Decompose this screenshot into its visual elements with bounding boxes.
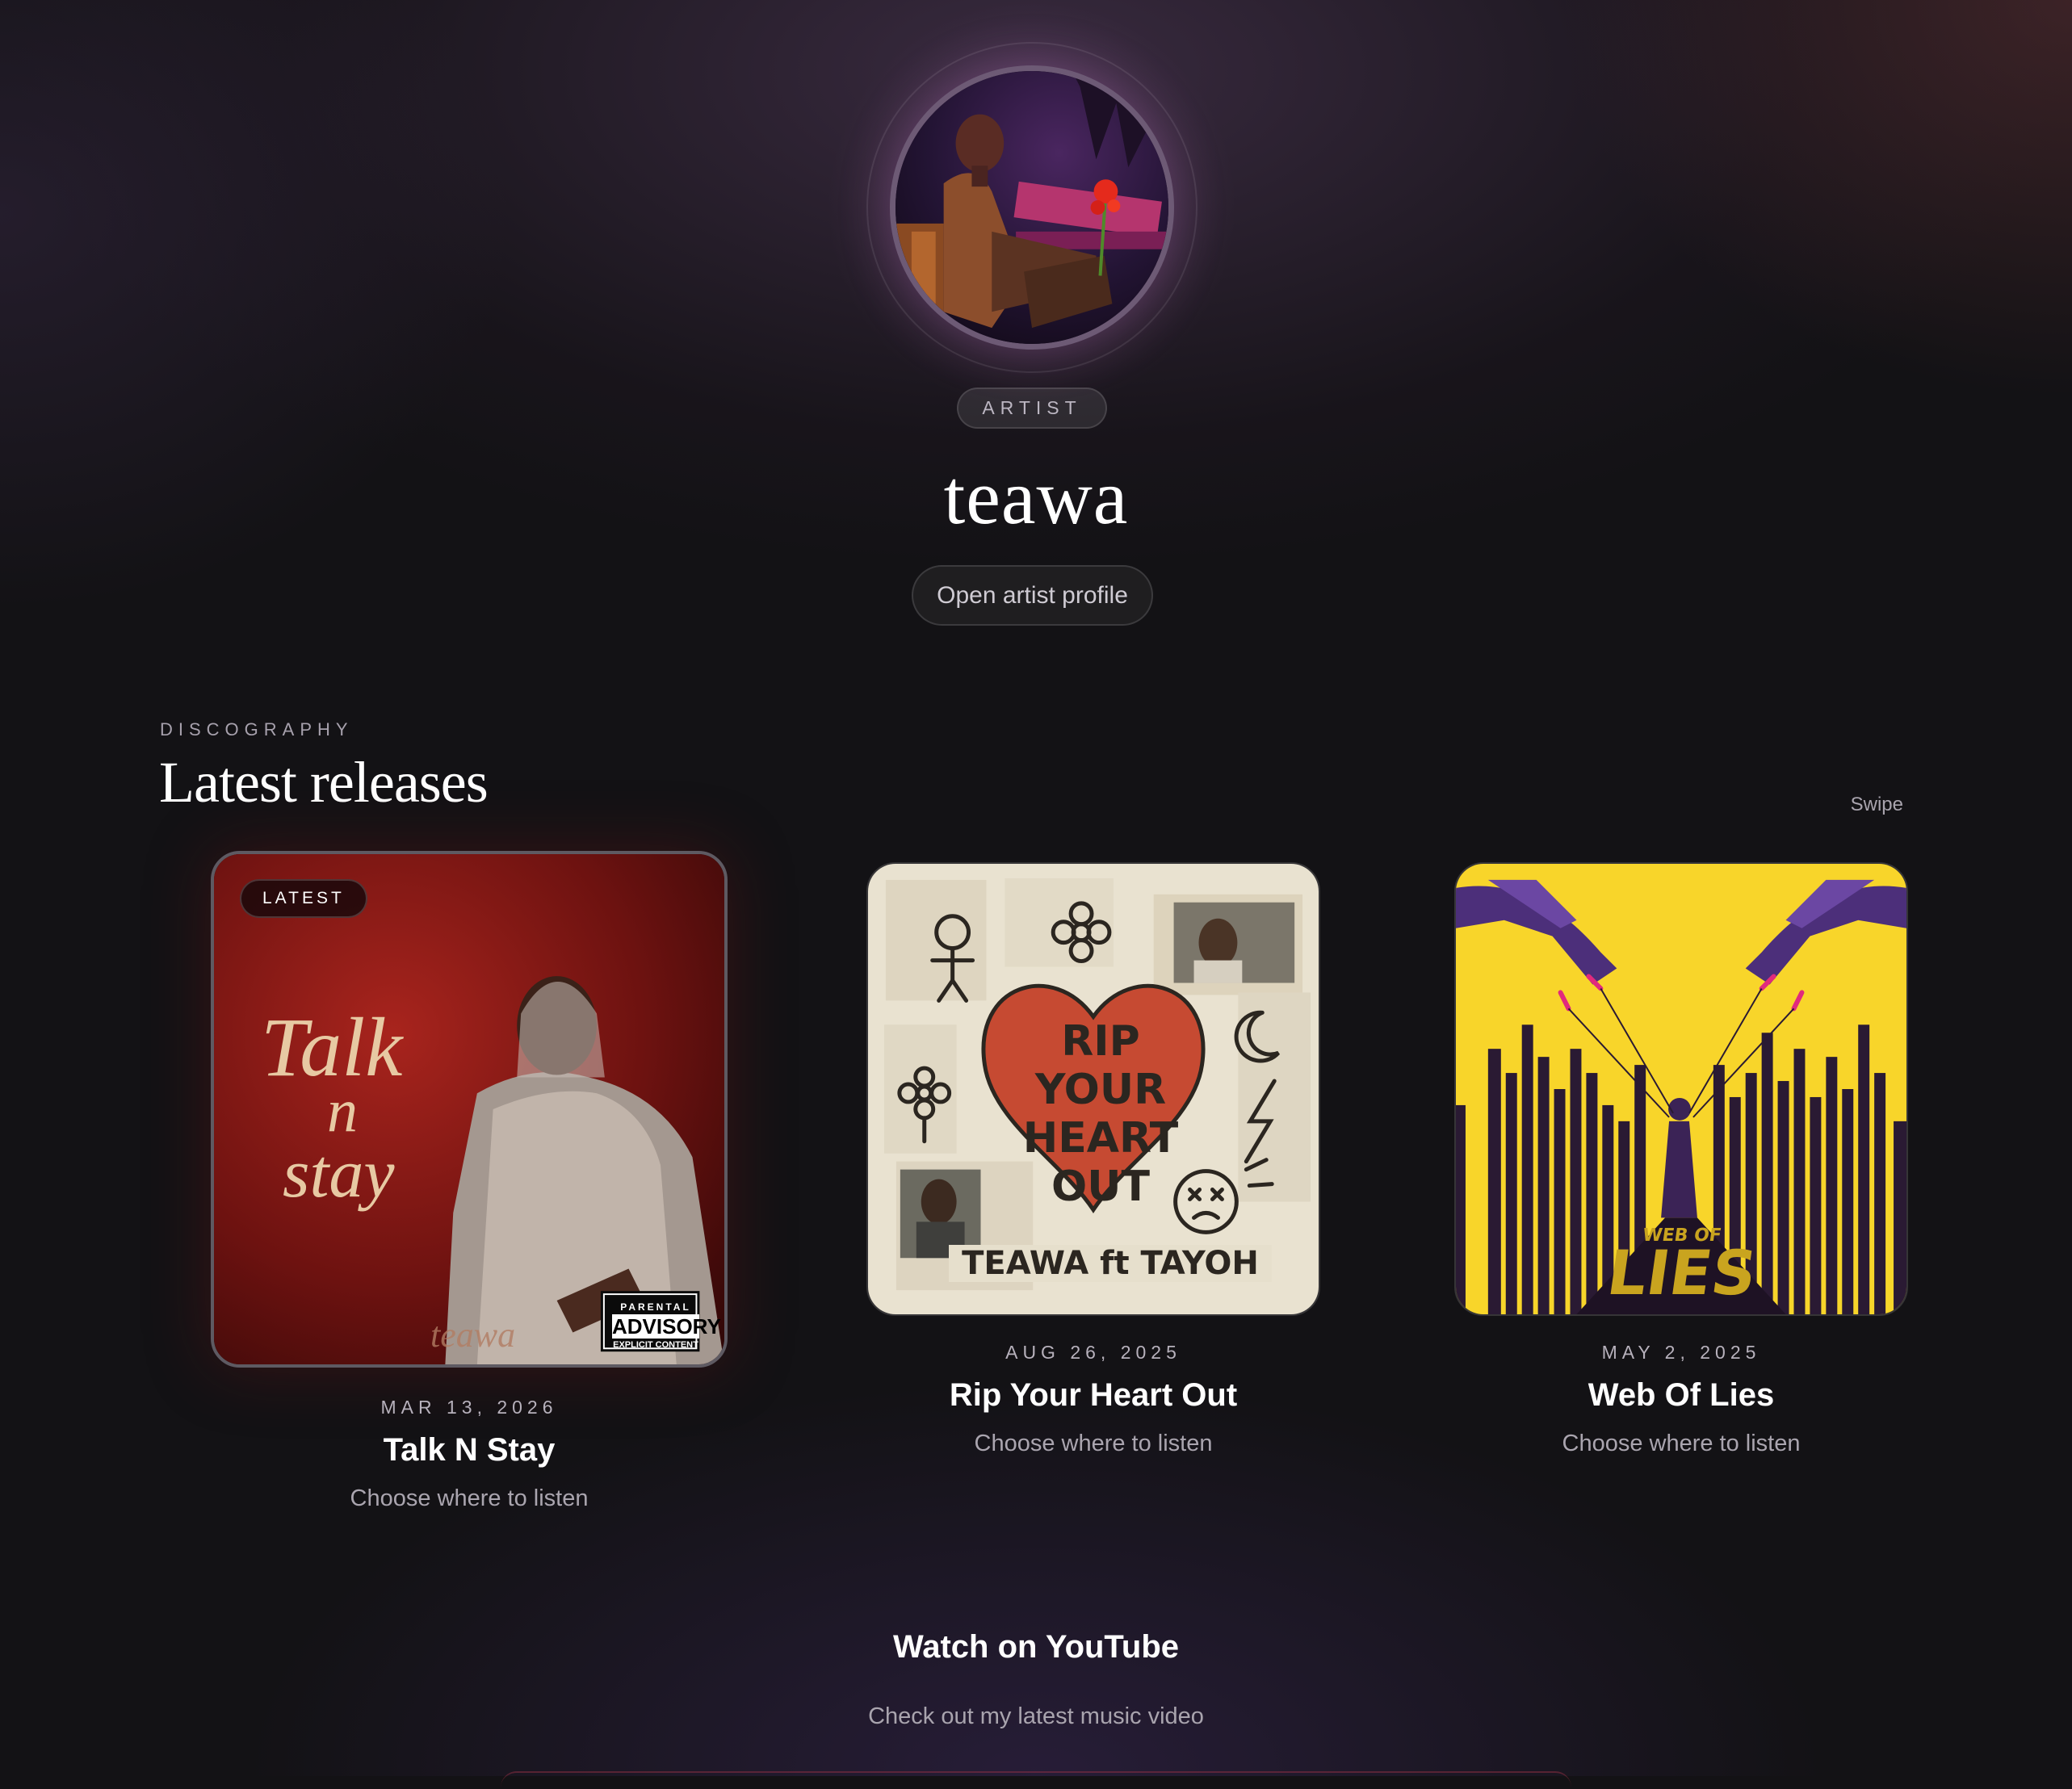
parental-advisory-label: PARENTAL ADVISORY EXPLICIT CONTENT xyxy=(609,1301,721,1350)
cover-word-heart: HEART xyxy=(1022,1114,1179,1163)
cover-word-rip: RIP xyxy=(1061,1017,1140,1066)
advisory-line-1: PARENTAL xyxy=(620,1301,691,1313)
cover-word-out: OUT xyxy=(1051,1163,1150,1211)
cover-heart-text: RIP YOUR HEART OUT xyxy=(1004,1017,1197,1211)
release-title[interactable]: Rip Your Heart Out xyxy=(866,1377,1320,1414)
release-card-web-of-lies[interactable]: WEB OF LIES MAY 2, 2025 Web Of Lies Choo… xyxy=(1454,862,1908,1464)
release-date: MAR 13, 2026 xyxy=(380,1397,558,1418)
release-title[interactable]: Web Of Lies xyxy=(1454,1377,1908,1414)
youtube-video-frame[interactable] xyxy=(501,1771,1571,1789)
release-cover[interactable]: Talk n stay teawa PARENTAL ADVISORY EXPL… xyxy=(211,851,728,1368)
open-artist-profile-button[interactable]: Open artist profile xyxy=(912,565,1153,626)
release-subtitle[interactable]: Choose where to listen xyxy=(866,1431,1320,1457)
cover-credit: TEAWA ft TAYOH xyxy=(949,1245,1272,1282)
release-subtitle[interactable]: Choose where to listen xyxy=(211,1485,728,1512)
release-cover[interactable]: RIP YOUR HEART OUT TEAWA ft TAYOH xyxy=(866,862,1320,1316)
release-date: AUG 26, 2025 xyxy=(1005,1342,1181,1363)
release-date: MAY 2, 2025 xyxy=(1601,1342,1761,1363)
section-eyebrow: DISCOGRAPHY xyxy=(160,719,354,739)
release-card-rip-your-heart-out[interactable]: RIP YOUR HEART OUT TEAWA ft TAYOH AUG 26… xyxy=(866,862,1320,1464)
release-card-talk-n-stay[interactable]: Talk n stay teawa PARENTAL ADVISORY EXPL… xyxy=(211,851,728,1521)
youtube-section-subtitle: Check out my latest music video xyxy=(868,1703,1204,1729)
release-subtitle[interactable]: Choose where to listen xyxy=(1454,1431,1908,1457)
artist-name: teawa xyxy=(943,454,1129,540)
artist-role-pill: ARTIST xyxy=(957,388,1107,429)
swipe-hint: Swipe xyxy=(1850,794,1903,815)
section-title: Latest releases xyxy=(159,750,489,815)
youtube-section-title: Watch on YouTube xyxy=(892,1629,1180,1665)
artist-avatar[interactable] xyxy=(890,65,1174,350)
release-title[interactable]: Talk N Stay xyxy=(211,1432,728,1468)
cover-title: LIES xyxy=(1603,1237,1761,1309)
cover-signature: teawa xyxy=(430,1315,516,1355)
advisory-line-2: ADVISORY xyxy=(612,1314,721,1339)
cover-title-line-3: stay xyxy=(283,1134,395,1212)
cover-word-your: YOUR xyxy=(1034,1066,1167,1114)
latest-badge: LATEST xyxy=(240,879,367,918)
advisory-line-3: EXPLICIT CONTENT xyxy=(613,1340,698,1350)
release-cover[interactable]: WEB OF LIES xyxy=(1454,862,1908,1316)
